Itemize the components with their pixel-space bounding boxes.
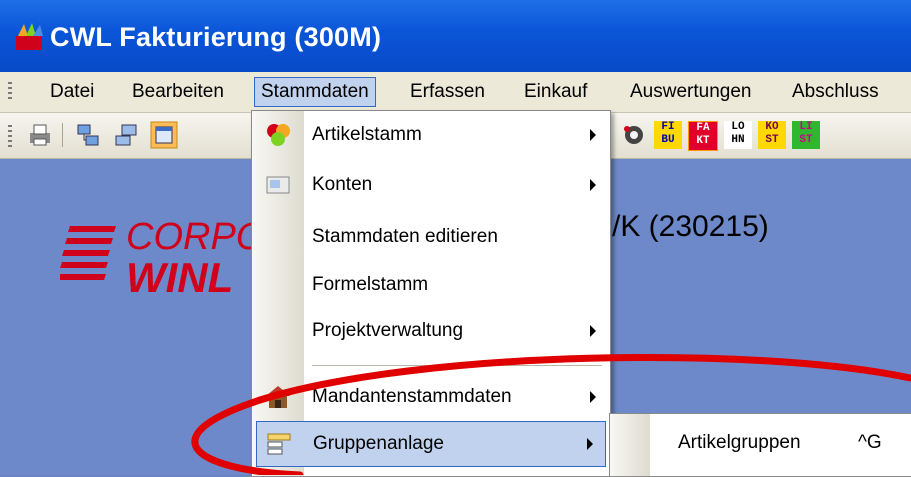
print-icon[interactable] <box>26 121 54 149</box>
menu-bar: Datei Bearbeiten Stammdaten Erfassen Ein… <box>0 72 911 113</box>
toolbar-separator <box>62 123 63 147</box>
toolbar-grip[interactable] <box>8 125 12 147</box>
submenu-arrow-icon <box>590 391 596 403</box>
module-label-top: LO <box>731 121 745 133</box>
shortcut-label: ^G <box>858 432 882 453</box>
menu-stammdaten[interactable]: Stammdaten <box>254 77 376 107</box>
module-label-top: LI <box>799 121 813 133</box>
menubar-grip[interactable] <box>8 82 12 102</box>
menu-item-formelstamm[interactable]: Formelstamm <box>252 263 608 307</box>
module-label-bottom: ST <box>765 134 779 146</box>
menu-item-label: Stammdaten editieren <box>312 226 498 247</box>
accounts-icon <box>266 176 290 194</box>
computer-icon[interactable] <box>112 121 140 149</box>
module-label-top: FI <box>661 121 675 133</box>
menu-abschluss[interactable]: Abschluss <box>786 78 885 106</box>
menu-item-gruppenanlage[interactable]: Gruppenanlage <box>256 421 606 467</box>
groups-icon <box>267 433 291 455</box>
gruppenanlage-submenu: Artikelgruppen ^G <box>609 413 911 477</box>
module-label-bottom: BU <box>661 134 675 146</box>
menu-item-label: Konten <box>312 174 373 195</box>
window-icon[interactable] <box>150 121 178 149</box>
menu-item-label: Gruppenanlage <box>313 433 444 454</box>
menu-separator <box>312 365 602 366</box>
submenu-item-artikelgruppen[interactable]: Artikelgruppen <box>678 432 801 454</box>
module-label-top: KO <box>765 121 779 133</box>
menu-erfassen[interactable]: Erfassen <box>404 78 491 106</box>
menu-item-projektverwaltung[interactable]: Projektverwaltung <box>252 309 608 353</box>
menu-item-stammdaten-editieren[interactable]: Stammdaten editieren <box>252 215 608 259</box>
articles-icon <box>267 124 290 146</box>
module-fibu-button[interactable]: FI BU <box>654 121 682 149</box>
stammdaten-dropdown: Artikelstamm Konten Stammdaten editieren… <box>251 110 611 477</box>
menu-datei[interactable]: Datei <box>44 78 100 106</box>
mandant-info: /K (230215) <box>612 210 769 243</box>
submenu-arrow-icon <box>590 325 596 337</box>
logo-stripes-icon <box>60 226 116 280</box>
menu-item-label: Projektverwaltung <box>312 320 464 341</box>
logo-line2: WINL <box>126 254 234 301</box>
app-icon <box>16 23 43 50</box>
module-list-button[interactable]: LI ST <box>792 121 820 149</box>
module-kost-button[interactable]: KO ST <box>758 121 786 149</box>
title-bar: CWL Fakturierung (300M) <box>0 0 911 80</box>
module-fakt-button[interactable]: FA KT <box>688 121 718 151</box>
menu-item-label: Artikelstamm <box>312 124 422 145</box>
logo-line1: CORPO <box>126 216 266 258</box>
module-lohn-button[interactable]: LO HN <box>724 121 752 149</box>
menu-auswertungen[interactable]: Auswertungen <box>624 78 757 106</box>
menu-einkauf[interactable]: Einkauf <box>518 78 593 106</box>
menu-item-label: Formelstamm <box>312 274 429 295</box>
submenu-arrow-icon <box>587 438 593 450</box>
menu-item-label: Mandantenstammdaten <box>312 386 512 407</box>
submenu-icon-strip <box>610 414 650 476</box>
gear-icon[interactable] <box>620 121 648 149</box>
menu-item-konten[interactable]: Konten <box>252 163 608 207</box>
module-label-bottom: HN <box>731 134 745 146</box>
submenu-arrow-icon <box>590 129 596 141</box>
menu-bearbeiten[interactable]: Bearbeiten <box>126 78 230 106</box>
submenu-arrow-icon <box>590 179 596 191</box>
window-title: CWL Fakturierung (300M) <box>50 22 382 52</box>
module-label-top: FA <box>696 122 710 134</box>
module-label-bottom: KT <box>696 135 710 147</box>
network-icon[interactable] <box>74 121 102 149</box>
module-label-bottom: ST <box>799 134 813 146</box>
menu-item-mandantenstammdaten[interactable]: Mandantenstammdaten <box>252 375 608 419</box>
house-icon <box>266 386 290 408</box>
menu-item-artikelstamm[interactable]: Artikelstamm <box>252 113 608 157</box>
